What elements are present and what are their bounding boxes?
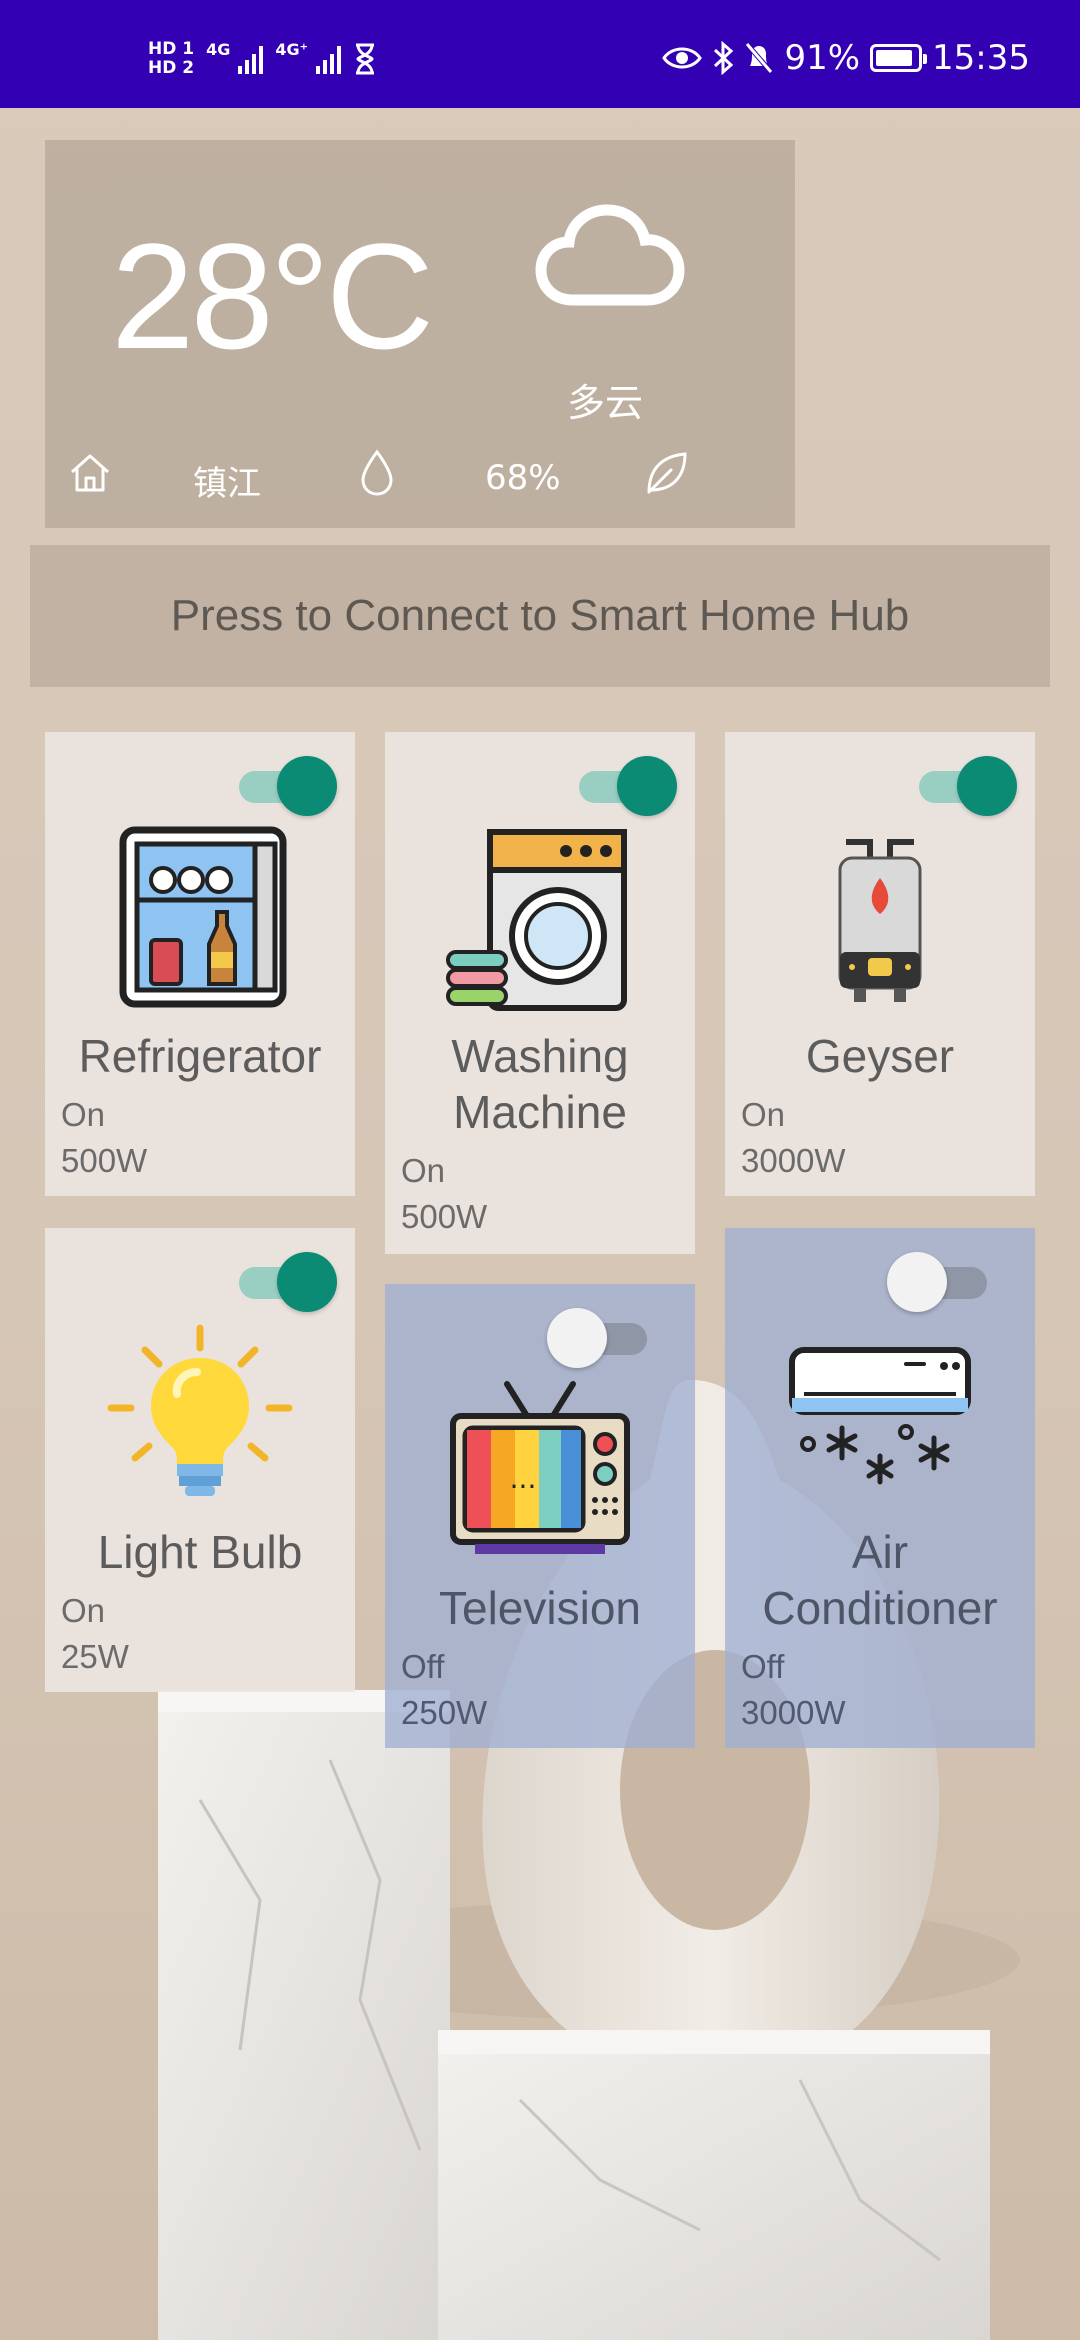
leaf-icon <box>647 452 687 494</box>
washing-machine-toggle[interactable] <box>575 756 677 816</box>
device-status: Off <box>401 1648 445 1685</box>
clock: 15:35 <box>932 38 1030 78</box>
hourglass-icon <box>356 43 375 75</box>
device-status: On <box>61 1592 106 1629</box>
air-conditioner-icon <box>789 1347 971 1485</box>
temperature: 28°C <box>111 212 434 380</box>
device-status: On <box>401 1152 446 1189</box>
network-type-1: 4G <box>206 40 231 59</box>
network-type-2: 4G⁺ <box>275 40 309 59</box>
city-label: 镇江 <box>193 464 261 504</box>
device-name: Geyser <box>805 1030 955 1082</box>
home-icon <box>71 454 109 492</box>
device-card-refrigerator[interactable]: Refrigerator On 500W <box>45 732 355 1196</box>
refrigerator-icon <box>119 826 287 1008</box>
device-card-light-bulb[interactable]: Light Bulb On 25W <box>45 1228 355 1692</box>
hd-indicator: HD 1 HD 2 <box>148 40 194 78</box>
device-card-air-conditioner[interactable]: Air Conditioner Off 3000W <box>725 1228 1035 1748</box>
geyser-icon <box>838 839 922 1002</box>
humidity-value: 68% <box>485 458 561 498</box>
washing-machine-icon <box>446 829 627 1011</box>
device-name: Refrigerator <box>78 1030 322 1082</box>
cloud-icon <box>535 204 685 306</box>
device-power: 250W <box>401 1694 488 1731</box>
light-bulb-toggle[interactable] <box>235 1252 337 1312</box>
device-card-washing-machine[interactable]: Washing Machine On 500W <box>385 732 695 1254</box>
device-card-geyser[interactable]: Geyser On 3000W <box>725 732 1035 1196</box>
television-icon: ... <box>450 1381 630 1554</box>
device-status: Off <box>741 1648 785 1685</box>
device-name: Air Conditioner <box>762 1526 998 1634</box>
battery-icon <box>870 44 928 72</box>
device-power: 25W <box>61 1638 129 1675</box>
svg-text:...: ... <box>510 1462 537 1495</box>
device-card-television[interactable]: ... Television Off 250W <box>385 1284 695 1748</box>
weather-card: 28°C 多云 镇江 68% <box>45 140 795 528</box>
device-power: 3000W <box>741 1694 846 1731</box>
bluetooth-icon <box>714 41 734 75</box>
eye-icon <box>662 47 703 69</box>
air-conditioner-toggle[interactable] <box>887 1252 991 1312</box>
mute-bell-icon <box>745 42 774 74</box>
battery-fill <box>876 50 913 66</box>
signal-icon <box>238 44 264 74</box>
refrigerator-toggle[interactable] <box>235 756 337 816</box>
status-bar: HD 1 HD 2 4G 4G⁺ 91% 15:35 <box>0 0 1080 108</box>
device-name: Television <box>439 1582 641 1634</box>
light-bulb-icon <box>107 1324 293 1496</box>
connect-hub-button[interactable]: Press to Connect to Smart Home Hub <box>30 545 1050 687</box>
device-name: Light Bulb <box>97 1526 303 1578</box>
signal-icon-2 <box>316 44 342 74</box>
device-status: On <box>61 1096 106 1133</box>
device-power: 500W <box>401 1198 488 1235</box>
device-power: 3000W <box>741 1142 846 1179</box>
humidity-drop-icon <box>361 449 393 496</box>
status-right: 91% 15:35 <box>662 38 1030 78</box>
battery-percent: 91% <box>784 38 861 78</box>
device-power: 500W <box>61 1142 148 1179</box>
geyser-toggle[interactable] <box>915 756 1017 816</box>
television-toggle[interactable] <box>547 1308 651 1368</box>
hd2-label: HD 2 <box>148 58 195 78</box>
weather-condition: 多云 <box>566 381 643 425</box>
hd1-label: HD 1 <box>148 39 195 59</box>
status-left: HD 1 HD 2 4G 4G⁺ <box>148 34 377 84</box>
device-status: On <box>741 1096 786 1133</box>
device-name: Washing Machine <box>451 1030 629 1138</box>
